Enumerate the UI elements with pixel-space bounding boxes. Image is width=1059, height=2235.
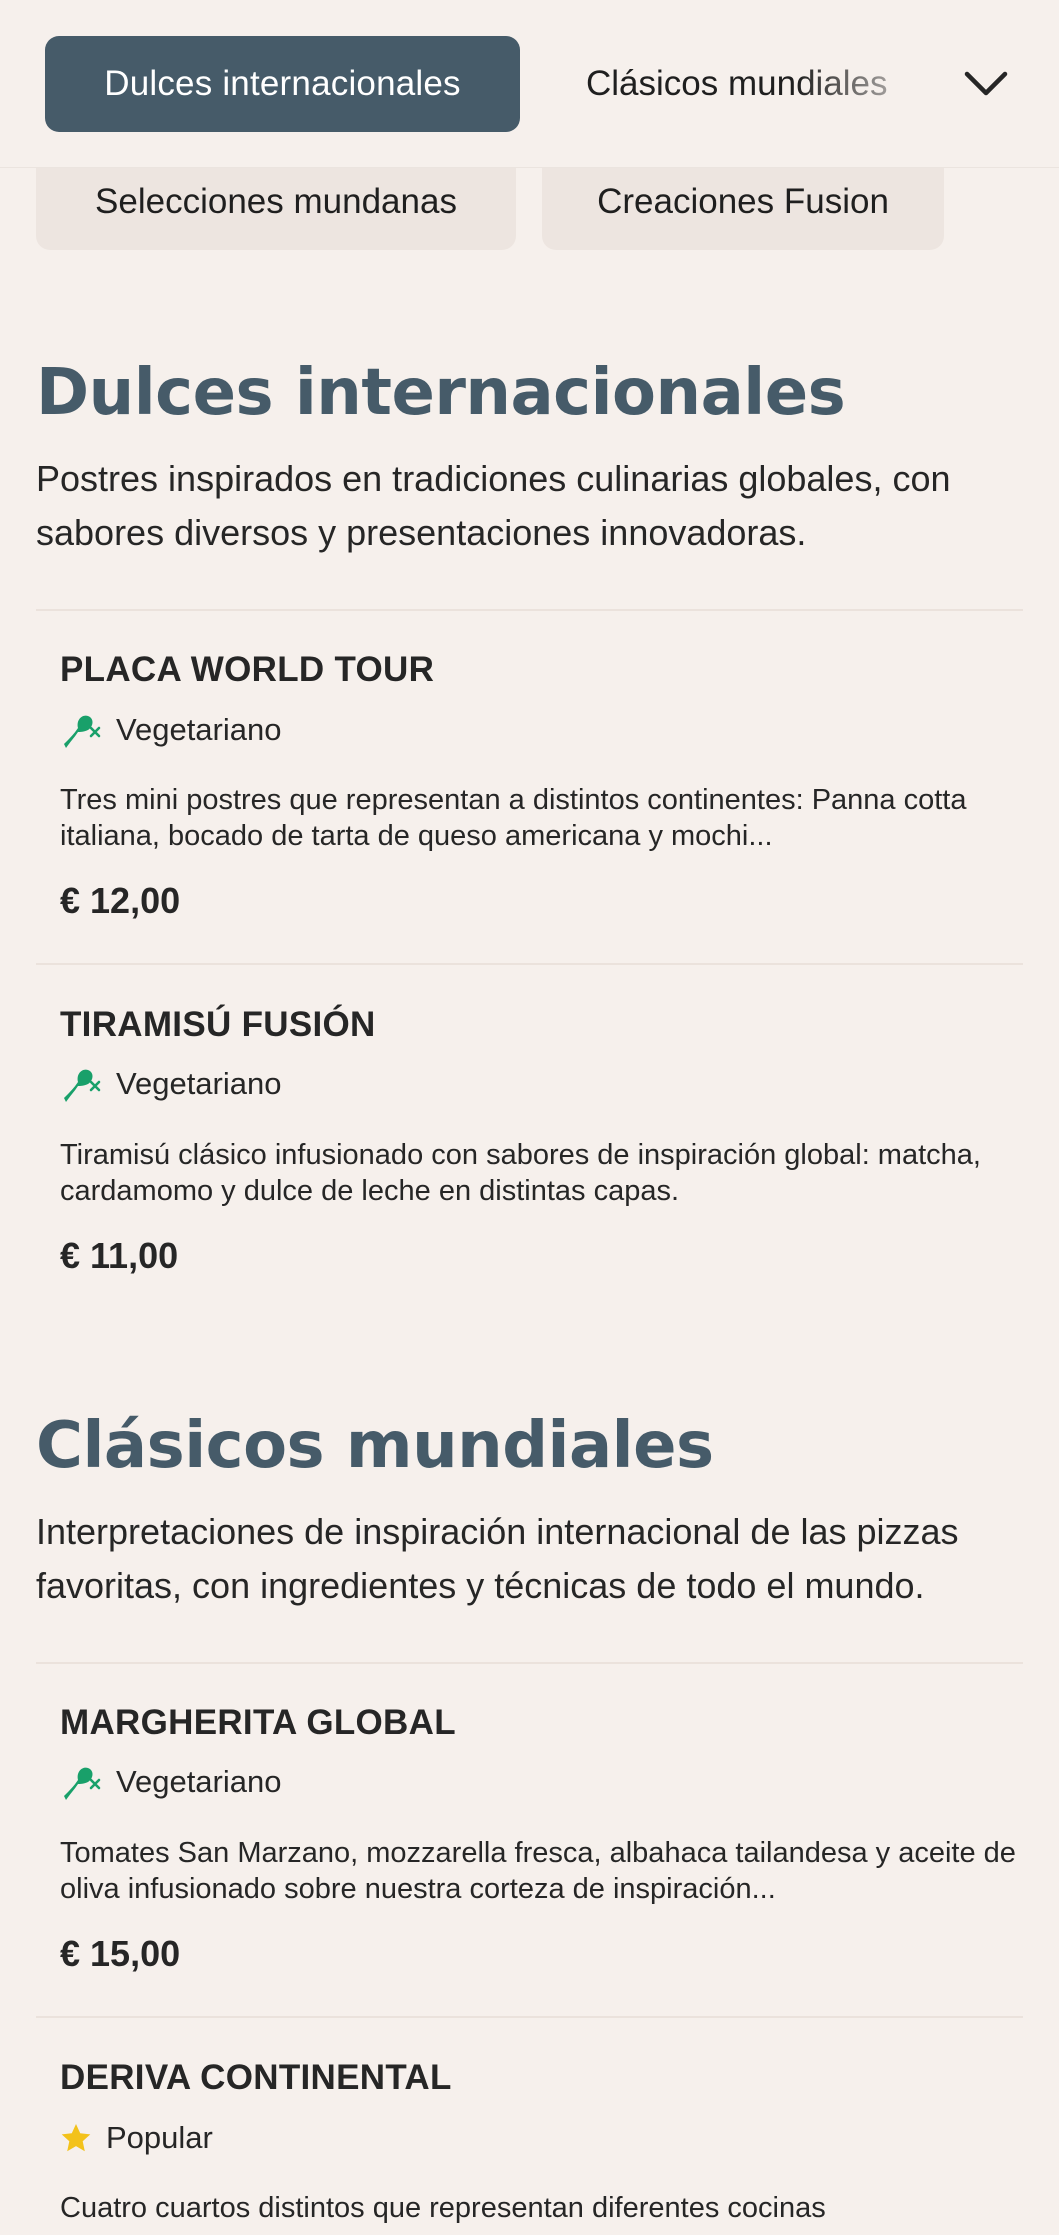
item-tag: Popular <box>60 2118 213 2158</box>
divider <box>36 963 1023 965</box>
item-tag-label: Vegetariano <box>116 1066 282 1101</box>
item-tag: Vegetariano <box>60 1064 281 1104</box>
section-description: Interpretaciones de inspiración internac… <box>36 1511 959 1606</box>
item-tag: Vegetariano <box>60 1762 281 1802</box>
divider <box>36 1662 1023 1664</box>
item-description: Tres mini postres que representan a dist… <box>60 784 967 852</box>
section-title: Dulces internacionales <box>36 356 846 430</box>
item-name: TIRAMISÚ FUSIÓN <box>60 1005 376 1044</box>
item-description: Tiramisú clásico infusionado con sabores… <box>60 1139 981 1207</box>
item-price: € 15,00 <box>60 1933 181 1974</box>
divider <box>36 609 1023 611</box>
vegetarian-icon <box>60 1064 102 1104</box>
item-tag-label: Vegetariano <box>116 1764 282 1799</box>
item-price: € 12,00 <box>60 880 181 921</box>
item-tag-label: Vegetariano <box>116 712 282 747</box>
item-price: € 11,00 <box>60 1235 179 1276</box>
item-tag: Vegetariano <box>60 710 281 750</box>
divider <box>36 2016 1023 2018</box>
chevron-down-icon[interactable] <box>960 60 1012 108</box>
item-tag-label: Popular <box>106 2120 213 2155</box>
menu-page: Dulces internacionales Clásicos mundiale… <box>0 0 1059 2235</box>
star-icon <box>60 2118 92 2158</box>
vegetarian-icon <box>60 1762 102 1802</box>
item-description: Tomates San Marzano, mozzarella fresca, … <box>60 1837 1016 1905</box>
item-name: DERIVA CONTINENTAL <box>60 2058 452 2097</box>
section-title: Clásicos mundiales <box>36 1409 714 1483</box>
category-tab-bar: Dulces internacionales Clásicos mundiale… <box>0 0 1059 168</box>
item-name: PLACA WORLD TOUR <box>60 650 435 689</box>
tab-dulces-internacionales[interactable]: Dulces internacionales <box>45 36 520 132</box>
tab-clasicos-mundiales[interactable]: Clásicos mundiales <box>586 36 926 132</box>
item-description: Cuatro cuartos distintos que representan… <box>60 2192 826 2224</box>
item-name: MARGHERITA GLOBAL <box>60 1703 456 1742</box>
vegetarian-icon <box>60 710 102 750</box>
section-description: Postres inspirados en tradiciones culina… <box>36 458 951 553</box>
